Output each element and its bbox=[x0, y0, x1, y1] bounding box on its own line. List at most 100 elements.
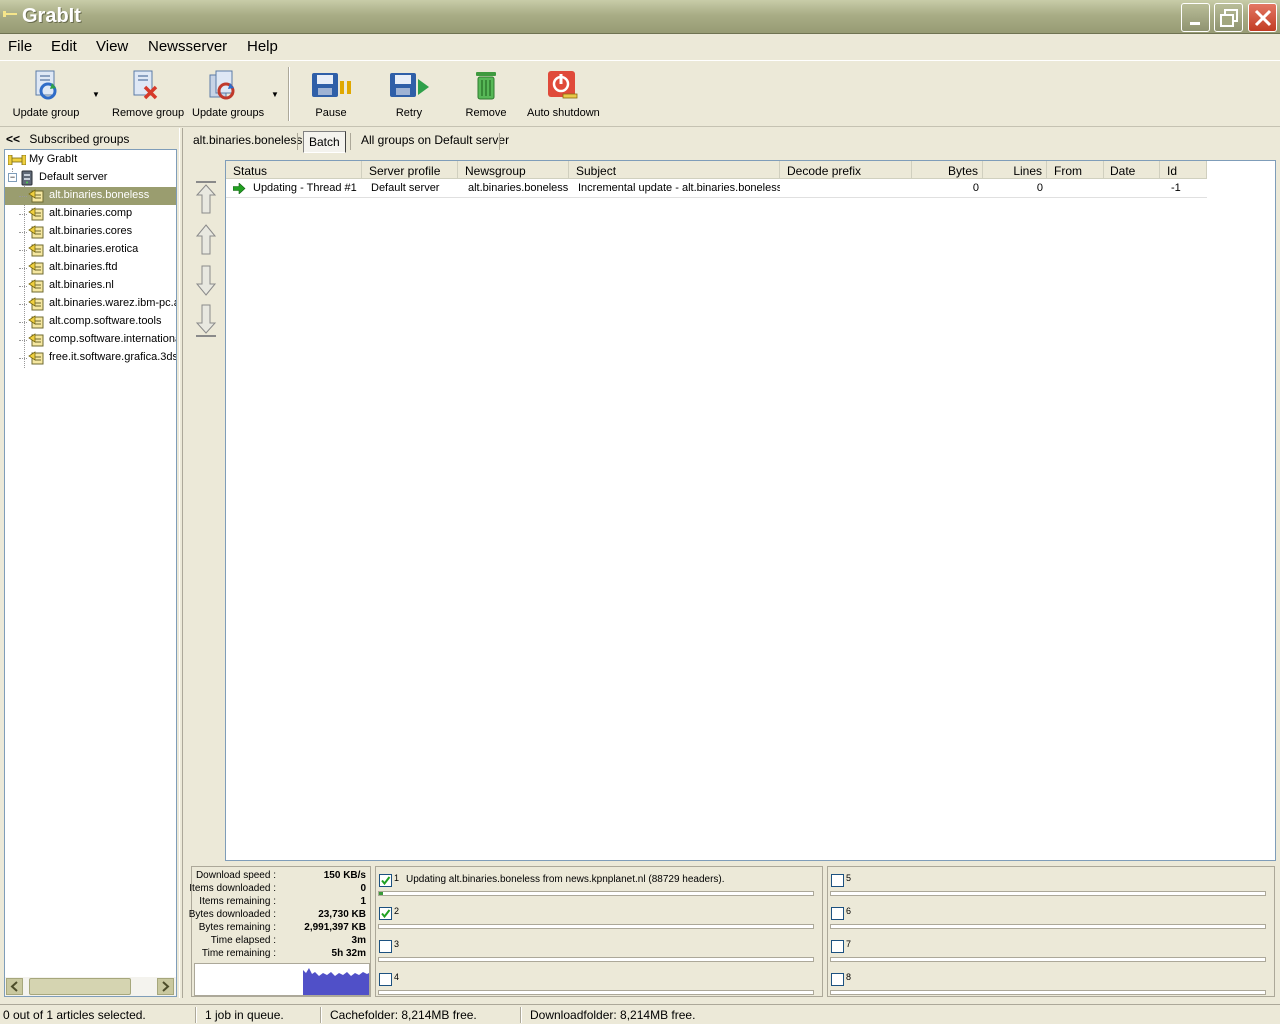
update-groups-dropdown-icon[interactable]: ▼ bbox=[271, 90, 279, 99]
move-to-top-button[interactable] bbox=[194, 180, 218, 216]
pause-icon bbox=[312, 73, 351, 97]
newsgroup-icon bbox=[28, 351, 44, 365]
pause-button[interactable]: Pause bbox=[308, 61, 354, 123]
restore-button[interactable] bbox=[1214, 3, 1243, 32]
tree-item-group[interactable]: alt.binaries.ftd bbox=[5, 259, 176, 277]
thread-number: 3 bbox=[394, 939, 400, 949]
menu-edit[interactable]: Edit bbox=[51, 38, 77, 55]
column-id[interactable]: Id bbox=[1160, 161, 1207, 179]
collapse-node-icon[interactable]: − bbox=[8, 173, 17, 182]
thread-enable-checkbox[interactable] bbox=[831, 973, 844, 986]
scroll-thumb[interactable] bbox=[29, 978, 131, 995]
restore-icon bbox=[1220, 9, 1238, 27]
close-icon bbox=[1254, 9, 1272, 27]
tree-item-group[interactable]: alt.binaries.boneless bbox=[5, 187, 176, 205]
stat-value: 150 KB/s bbox=[323, 870, 366, 881]
menu-newsserver[interactable]: Newsserver bbox=[148, 38, 227, 55]
thread-enable-checkbox[interactable] bbox=[379, 874, 392, 887]
update-groups-button[interactable]: Update groups bbox=[192, 61, 265, 123]
column-from[interactable]: From bbox=[1047, 161, 1104, 179]
move-down-button[interactable] bbox=[194, 262, 218, 298]
move-up-button[interactable] bbox=[194, 222, 218, 258]
close-button[interactable] bbox=[1248, 3, 1277, 32]
update-group-button[interactable]: Update group bbox=[12, 61, 80, 123]
tab-separator bbox=[350, 133, 351, 150]
thread-progress-bar bbox=[830, 924, 1266, 929]
thread-number: 7 bbox=[846, 939, 852, 949]
thread-enable-checkbox[interactable] bbox=[831, 874, 844, 887]
thread-number: 4 bbox=[394, 972, 400, 982]
stat-download-speed: Download speed : 150 KB/s bbox=[192, 870, 368, 883]
column-bytes[interactable]: Bytes bbox=[912, 161, 983, 179]
thread-enable-checkbox[interactable] bbox=[379, 907, 392, 920]
tree-label: Default server bbox=[39, 171, 108, 183]
scroll-right-button[interactable] bbox=[157, 978, 174, 995]
subscribed-groups-title: Subscribed groups bbox=[29, 132, 130, 146]
tab-alt-binaries-boneless[interactable]: alt.binaries.boneless bbox=[193, 133, 302, 147]
stat-label: Bytes remaining : bbox=[198, 922, 276, 933]
tab-all-groups[interactable]: All groups on Default server bbox=[361, 133, 509, 147]
thread-enable-checkbox[interactable] bbox=[379, 973, 392, 986]
tree-item-group[interactable]: alt.comp.software.tools bbox=[5, 313, 176, 331]
tree-item-default-server[interactable]: − Default server bbox=[5, 169, 176, 187]
collapse-sidebar-button[interactable]: << bbox=[6, 132, 20, 146]
scroll-left-button[interactable] bbox=[6, 978, 23, 995]
auto-shutdown-label: Auto shutdown bbox=[527, 107, 600, 119]
menu-file[interactable]: File bbox=[8, 38, 32, 55]
title-bar: GrabIt bbox=[0, 0, 1280, 34]
tree-item-group[interactable]: alt.binaries.cores bbox=[5, 223, 176, 241]
retry-button[interactable]: Retry bbox=[386, 61, 432, 123]
panel-splitter[interactable] bbox=[179, 128, 183, 998]
column-newsgroup[interactable]: Newsgroup bbox=[458, 161, 569, 179]
column-status[interactable]: Status bbox=[226, 161, 362, 179]
cell-id: -1 bbox=[1171, 182, 1181, 194]
remove-button[interactable]: Remove bbox=[464, 61, 508, 123]
tree-item-group[interactable]: alt.binaries.erotica bbox=[5, 241, 176, 259]
tree-label: alt.binaries.cores bbox=[49, 225, 133, 237]
update-group-dropdown-icon[interactable]: ▼ bbox=[92, 90, 100, 99]
thread-progress-bar bbox=[378, 990, 814, 995]
stat-value: 2,991,397 KB bbox=[304, 922, 366, 933]
tree-item-group[interactable]: alt.binaries.nl bbox=[5, 277, 176, 295]
tree-line bbox=[19, 268, 27, 269]
update-groups-label: Update groups bbox=[192, 107, 265, 119]
column-date[interactable]: Date bbox=[1104, 161, 1160, 179]
thread-progress-bar bbox=[378, 957, 814, 962]
tree-horizontal-scrollbar[interactable] bbox=[5, 977, 176, 996]
thread-enable-checkbox[interactable] bbox=[831, 907, 844, 920]
tree-item-my-grabit[interactable]: My GrabIt bbox=[5, 151, 176, 169]
move-to-bottom-button[interactable] bbox=[194, 302, 218, 338]
tab-separator bbox=[499, 133, 500, 150]
table-row[interactable]: Updating - Thread #1 Default server alt.… bbox=[226, 180, 1207, 198]
tree-line bbox=[19, 214, 27, 215]
menu-help[interactable]: Help bbox=[247, 38, 278, 55]
thread-enable-checkbox[interactable] bbox=[379, 940, 392, 953]
tree-item-group[interactable]: free.it.software.grafica.3dst bbox=[5, 349, 176, 367]
tree-item-group[interactable]: comp.software.internationa bbox=[5, 331, 176, 349]
newsgroup-icon bbox=[28, 225, 44, 239]
newsgroup-icon bbox=[28, 261, 44, 275]
column-decode-prefix[interactable]: Decode prefix bbox=[780, 161, 912, 179]
column-lines[interactable]: Lines bbox=[983, 161, 1047, 179]
tree-line bbox=[19, 286, 27, 287]
status-separator bbox=[320, 1007, 322, 1023]
minimize-button[interactable] bbox=[1181, 3, 1210, 32]
app-icon bbox=[3, 11, 17, 17]
cell-status: Updating - Thread #1 bbox=[253, 182, 357, 194]
tree-line bbox=[19, 322, 27, 323]
tree-item-group[interactable]: alt.binaries.comp bbox=[5, 205, 176, 223]
tree-line bbox=[19, 232, 27, 233]
tab-batch[interactable]: Batch bbox=[303, 131, 346, 153]
thread-progress-bar bbox=[830, 891, 1266, 896]
column-server-profile[interactable]: Server profile bbox=[362, 161, 458, 179]
column-subject[interactable]: Subject bbox=[569, 161, 780, 179]
menu-view[interactable]: View bbox=[96, 38, 128, 55]
auto-shutdown-button[interactable]: Auto shutdown bbox=[527, 61, 600, 123]
thread-progress-bar bbox=[830, 957, 1266, 962]
remove-group-button[interactable]: Remove group bbox=[112, 61, 184, 123]
tree-item-group[interactable]: alt.binaries.warez.ibm-pc.ap bbox=[5, 295, 176, 313]
thread-slot: 7 bbox=[828, 935, 1274, 968]
newsgroup-icon bbox=[28, 297, 44, 311]
tree-line bbox=[19, 358, 27, 359]
thread-enable-checkbox[interactable] bbox=[831, 940, 844, 953]
